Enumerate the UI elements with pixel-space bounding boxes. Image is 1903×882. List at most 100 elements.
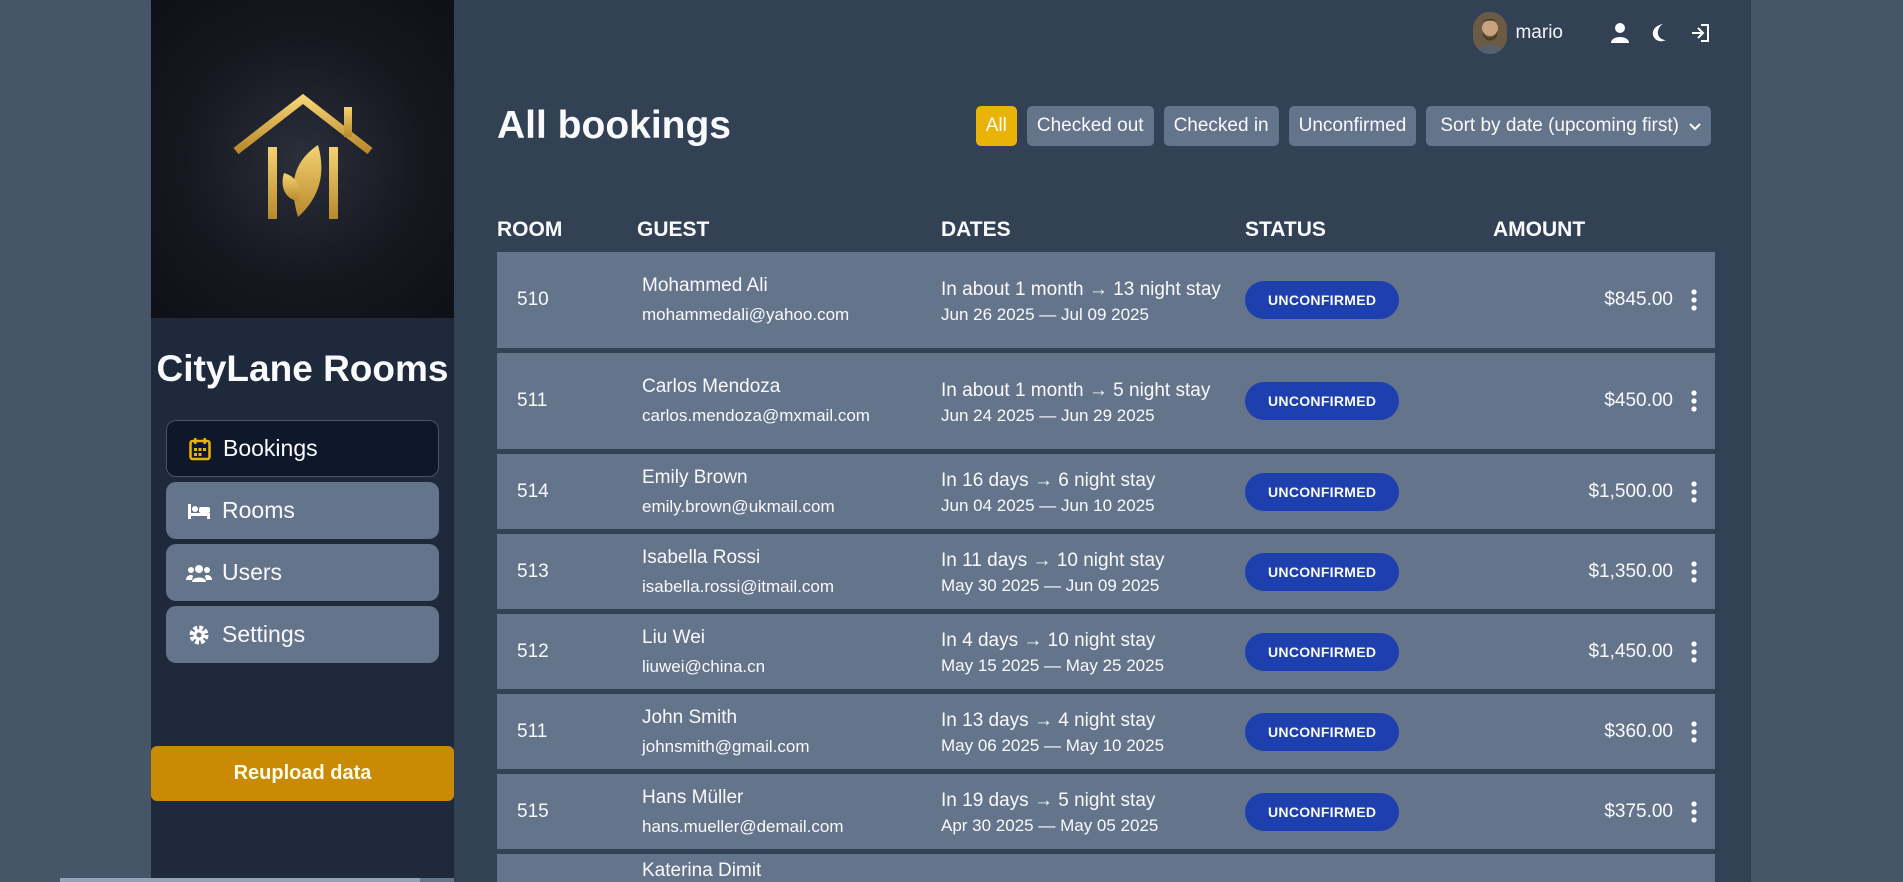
bookings-table: ROOM GUEST DATES STATUS AMOUNT 510 Mohamm… bbox=[497, 208, 1715, 882]
user-icon[interactable] bbox=[1609, 22, 1631, 44]
room-number: 511 bbox=[517, 390, 548, 411]
stay-description: In 13 days → 4 night stay bbox=[941, 710, 1156, 731]
gear-icon bbox=[186, 622, 212, 648]
users-icon bbox=[186, 560, 212, 586]
table-header: ROOM GUEST DATES STATUS AMOUNT bbox=[497, 208, 1715, 252]
amount: $1,350.00 bbox=[1588, 560, 1673, 582]
filter-checked-out-button[interactable]: Checked out bbox=[1026, 106, 1154, 146]
status-cell: UNCONFIRMED bbox=[1245, 792, 1493, 831]
status-badge: UNCONFIRMED bbox=[1245, 281, 1400, 319]
guest-email: johnsmith@gmail.com bbox=[642, 736, 810, 756]
moon-icon[interactable] bbox=[1649, 22, 1671, 44]
sort-select[interactable]: Sort by date (upcoming first) bbox=[1426, 106, 1711, 146]
page-scrollbar[interactable] bbox=[60, 878, 420, 882]
dates-cell: In 13 days → 4 night stay May 06 2025 — M… bbox=[941, 706, 1245, 757]
filter-checked-in-button[interactable]: Checked in bbox=[1163, 106, 1279, 146]
row-menu-button[interactable] bbox=[1673, 560, 1715, 583]
table-row[interactable]: 512 Liu Wei liuwei@china.cn In 4 days → 10 … bbox=[497, 614, 1715, 689]
guest-name: Emily Brown bbox=[642, 466, 748, 488]
dates-cell: In 4 days → 10 night stay May 15 2025 — M… bbox=[941, 626, 1245, 677]
stay-description: In 19 days → 5 night stay bbox=[941, 790, 1156, 811]
sidebar-item-users[interactable]: Users bbox=[166, 544, 439, 601]
dates-cell: In 16 days → 6 night stay Jun 04 2025 — J… bbox=[941, 466, 1245, 517]
header-room: ROOM bbox=[497, 218, 563, 241]
status-cell: UNCONFIRMED bbox=[1245, 712, 1493, 751]
kebab-menu-icon bbox=[1691, 289, 1697, 311]
house-leaf-logo-icon bbox=[233, 93, 372, 219]
table-row[interactable]: Katerina Dimit bbox=[497, 854, 1715, 882]
guest-name: Hans Müller bbox=[642, 786, 744, 808]
guest-cell: Hans Müller hans.mueller@demail.com bbox=[637, 787, 941, 837]
dates-cell: In about 1 month → 5 night stay Jun 24 20… bbox=[941, 376, 1245, 427]
amount: $845.00 bbox=[1604, 289, 1673, 310]
table-row[interactable]: 511 John Smith johnsmith@gmail.com In 13 da… bbox=[497, 694, 1715, 769]
logout-icon[interactable] bbox=[1689, 22, 1711, 44]
dates-cell: In about 1 month → 13 night stay Jun 26 2… bbox=[941, 275, 1245, 326]
guest-email: hans.mueller@demail.com bbox=[642, 816, 844, 836]
filter-bar: All Checked out Checked in Unconfirmed S… bbox=[975, 106, 1711, 146]
sidebar-item-label: Settings bbox=[222, 621, 306, 647]
status-cell: UNCONFIRMED bbox=[1245, 382, 1493, 420]
chevron-down-icon bbox=[1689, 115, 1701, 137]
guest-cell: John Smith johnsmith@gmail.com bbox=[637, 707, 941, 757]
row-menu-button[interactable] bbox=[1673, 289, 1715, 311]
header-status: STATUS bbox=[1245, 218, 1326, 241]
kebab-menu-icon bbox=[1691, 720, 1697, 743]
table-row[interactable]: 514 Emily Brown emily.brown@ukmail.com In 1… bbox=[497, 454, 1715, 529]
status-badge: UNCONFIRMED bbox=[1245, 382, 1400, 420]
guest-name: Katerina Dimit bbox=[642, 860, 762, 881]
status-badge: UNCONFIRMED bbox=[1245, 472, 1400, 511]
date-range: Jun 24 2025 — Jun 29 2025 bbox=[941, 405, 1155, 425]
filter-unconfirmed-button[interactable]: Unconfirmed bbox=[1288, 106, 1417, 146]
row-menu-button[interactable] bbox=[1673, 480, 1715, 503]
table-row[interactable]: 510 Mohammed Ali mohammedali@yahoo.com In a… bbox=[497, 252, 1715, 348]
status-badge: UNCONFIRMED bbox=[1245, 552, 1400, 591]
table-row[interactable]: 515 Hans Müller hans.mueller@demail.com In … bbox=[497, 774, 1715, 849]
sidebar-nav: Bookings Rooms Users Settings bbox=[151, 420, 454, 663]
guest-cell: Katerina Dimit bbox=[637, 860, 941, 882]
guest-cell: Isabella Rossi isabella.rossi@itmail.com bbox=[637, 547, 941, 597]
room-number: 514 bbox=[517, 480, 549, 502]
row-menu-button[interactable] bbox=[1673, 720, 1715, 743]
guest-email: mohammedali@yahoo.com bbox=[642, 305, 850, 324]
guest-email: emily.brown@ukmail.com bbox=[642, 496, 835, 516]
stay-description: In 11 days → 10 night stay bbox=[941, 550, 1165, 571]
room-number: 515 bbox=[517, 800, 549, 822]
table-row[interactable]: 511 Carlos Mendoza carlos.mendoza@mxmail.c… bbox=[497, 353, 1715, 449]
sidebar-item-settings[interactable]: Settings bbox=[166, 606, 439, 663]
guest-name: Liu Wei bbox=[642, 626, 706, 648]
sidebar: CityLane Rooms Bookings Rooms Users Sett… bbox=[151, 0, 454, 882]
kebab-menu-icon bbox=[1691, 390, 1697, 412]
filter-all-button[interactable]: All bbox=[975, 106, 1017, 146]
status-badge: UNCONFIRMED bbox=[1245, 712, 1400, 751]
kebab-menu-icon bbox=[1691, 480, 1697, 503]
amount: $375.00 bbox=[1604, 800, 1673, 822]
calendar-icon bbox=[187, 436, 213, 462]
sidebar-item-rooms[interactable]: Rooms bbox=[166, 482, 439, 539]
dates-cell: In 11 days → 10 night stay May 30 2025 — … bbox=[941, 546, 1245, 597]
stay-description: In about 1 month → 13 night stay bbox=[941, 278, 1221, 300]
amount: $360.00 bbox=[1604, 720, 1673, 742]
sort-select-value: Sort by date (upcoming first) bbox=[1440, 115, 1679, 136]
status-cell: UNCONFIRMED bbox=[1245, 632, 1493, 671]
guest-cell: Emily Brown emily.brown@ukmail.com bbox=[637, 467, 941, 517]
avatar[interactable] bbox=[1473, 12, 1508, 54]
main-content: mario All bookings All Checked out Check… bbox=[454, 0, 1751, 882]
guest-email: liuwei@china.cn bbox=[642, 656, 766, 676]
brand-name: CityLane Rooms bbox=[156, 348, 449, 389]
date-range: May 30 2025 — Jun 09 2025 bbox=[941, 576, 1160, 595]
guest-name: Isabella Rossi bbox=[642, 546, 761, 568]
amount: $1,500.00 bbox=[1588, 480, 1673, 502]
amount: $450.00 bbox=[1604, 390, 1673, 411]
row-menu-button[interactable] bbox=[1673, 640, 1715, 663]
room-number: 510 bbox=[517, 289, 549, 310]
row-menu-button[interactable] bbox=[1673, 390, 1715, 412]
sidebar-item-label: Rooms bbox=[222, 497, 295, 523]
username[interactable]: mario bbox=[1515, 22, 1563, 44]
row-menu-button[interactable] bbox=[1673, 800, 1715, 823]
date-range: May 06 2025 — May 10 2025 bbox=[941, 736, 1165, 755]
stay-description: In 4 days → 10 night stay bbox=[941, 630, 1156, 651]
sidebar-item-bookings[interactable]: Bookings bbox=[166, 420, 439, 477]
reupload-data-button[interactable]: Reupload data bbox=[151, 746, 454, 801]
table-row[interactable]: 513 Isabella Rossi isabella.rossi@itmail.c… bbox=[497, 534, 1715, 609]
